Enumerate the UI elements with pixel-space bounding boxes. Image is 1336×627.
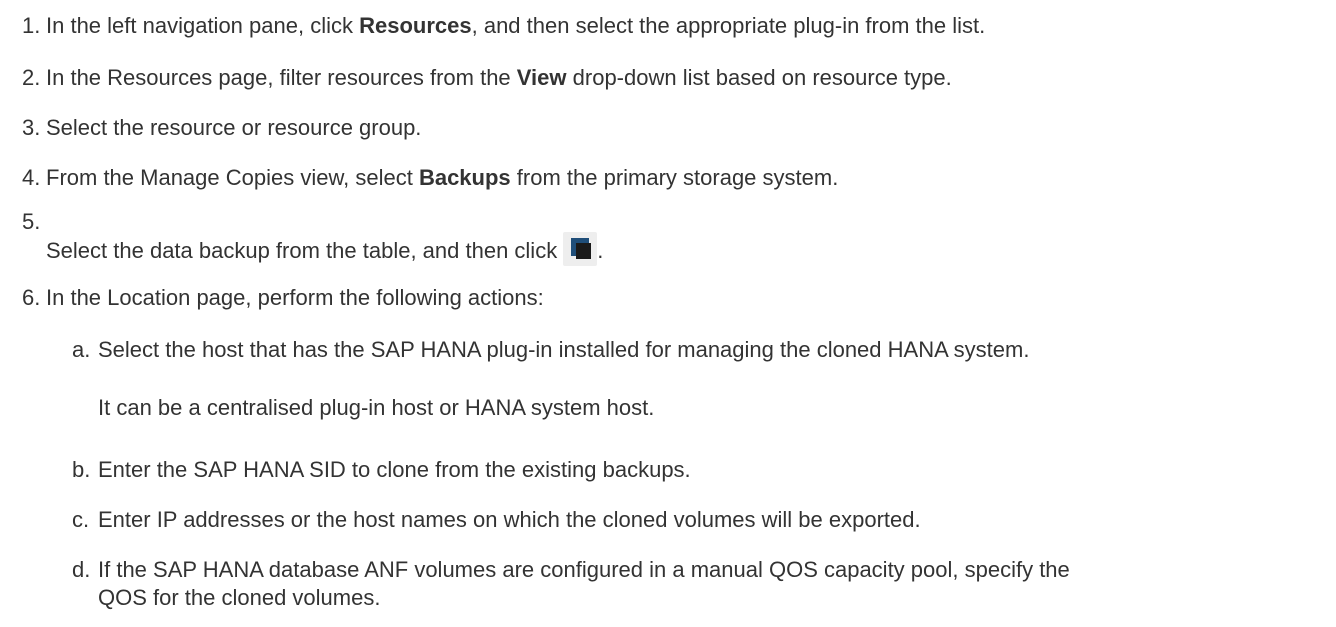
step-text: from the primary storage system.: [510, 165, 839, 190]
step-text: .: [597, 238, 604, 263]
ui-term: View: [516, 65, 567, 90]
step-number: 4.: [22, 165, 41, 190]
step-number: 3.: [22, 115, 41, 140]
ui-term: Resources: [359, 13, 472, 38]
step-text: drop-down list based on resource type.: [566, 65, 952, 90]
step-number: 2.: [22, 65, 41, 90]
step-text: From the Manage Copies view, select: [46, 165, 419, 190]
substep-text: Enter the SAP HANA SID to clone from the…: [98, 457, 691, 482]
ui-term: Backups: [418, 165, 511, 190]
clone-icon[interactable]: [563, 232, 598, 266]
step-text: Select the data backup from the table, a…: [46, 238, 558, 263]
substep-text: QOS for the cloned volumes.: [98, 585, 381, 610]
substep-letter: c.: [72, 507, 90, 532]
step-number: 5.: [22, 209, 41, 234]
substep-text: Enter IP addresses or the host names on …: [98, 507, 921, 532]
step-text: Select the resource or resource group.: [46, 115, 422, 140]
substep-letter: d.: [72, 557, 91, 582]
step-text: In the Location page, perform the follow…: [46, 285, 544, 310]
substep-letter: b.: [72, 457, 91, 482]
step-text: In the Resources page, filter resources …: [46, 65, 517, 90]
step-text: , and then select the appropriate plug-i…: [471, 13, 986, 38]
step-number: 1.: [22, 13, 41, 38]
substep-letter: a.: [72, 337, 91, 362]
substep-text: Select the host that has the SAP HANA pl…: [98, 337, 1030, 362]
substep-text: If the SAP HANA database ANF volumes are…: [98, 557, 1070, 582]
step-number: 6.: [22, 285, 41, 310]
substep-note: It can be a centralised plug-in host or …: [98, 395, 655, 420]
step-text: In the left navigation pane, click: [46, 13, 360, 38]
